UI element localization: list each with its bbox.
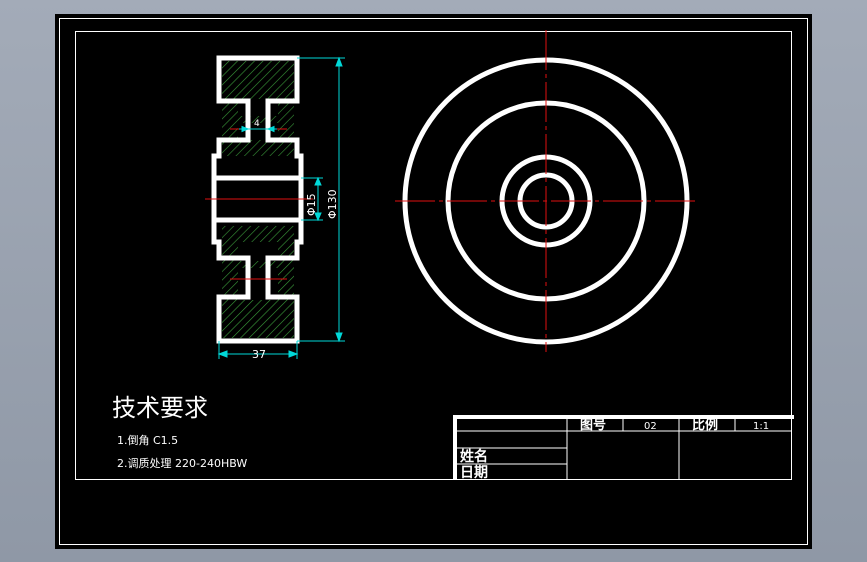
name-label: 姓名 xyxy=(460,448,488,465)
dimension-width-label: 37 xyxy=(252,348,266,361)
dimension-groove-label: 4 xyxy=(254,119,260,129)
drawing-number-label: 图号 xyxy=(580,418,606,433)
drawing-sheet: 37 Φ130 Φ15 4 技术要求 1.倒角 C1.5 2.调质处理 220-… xyxy=(55,14,812,549)
date-label: 日期 xyxy=(460,465,488,481)
drawing-number-value: 02 xyxy=(644,421,657,432)
cad-drawing: 37 Φ130 Φ15 4 技术要求 1.倒角 C1.5 2.调质处理 220-… xyxy=(59,18,808,545)
front-view xyxy=(395,30,697,352)
tech-requirement-1: 1.倒角 C1.5 xyxy=(117,434,178,447)
tech-requirements-title: 技术要求 xyxy=(112,394,208,422)
dimension-bore-diameter-label: Φ15 xyxy=(305,193,318,216)
tech-requirements: 技术要求 1.倒角 C1.5 2.调质处理 220-240HBW xyxy=(112,394,247,470)
dimension-outer-diameter-label: Φ130 xyxy=(326,189,339,219)
section-view: 37 Φ130 Φ15 4 xyxy=(205,55,345,361)
scale-label: 比例 xyxy=(692,417,718,433)
scale-value: 1:1 xyxy=(753,421,769,432)
tech-requirement-2: 2.调质处理 220-240HBW xyxy=(117,457,247,470)
title-block: 图号 02 比例 1:1 姓名 日期 xyxy=(453,415,794,481)
